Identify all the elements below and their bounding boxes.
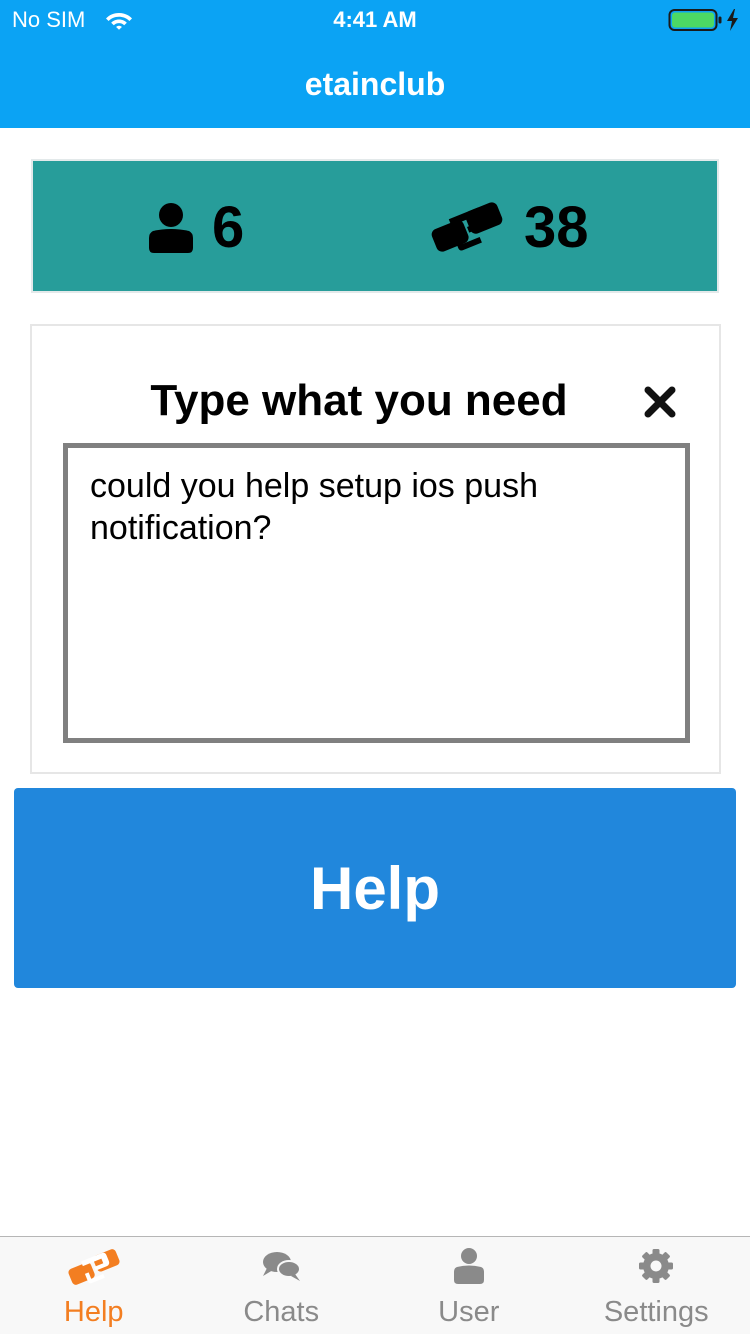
handshake-icon [66,1247,122,1287]
tab-bar: Help Chats User Settings [0,1236,750,1334]
users-count: 6 [212,193,244,263]
request-title: Type what you need [32,374,686,428]
app-title: etainclub [0,64,750,104]
tab-help[interactable]: Help [0,1237,188,1335]
tab-chats[interactable]: Chats [188,1237,376,1335]
user-icon [441,1247,497,1287]
tab-label-settings: Settings [563,1295,750,1329]
tab-label-user: User [375,1295,563,1329]
handshake-icon [427,197,507,257]
stats-card: 6 38 [31,159,719,293]
status-bar: No SIM 4:41 AM [0,0,750,40]
tab-label-chats: Chats [188,1295,376,1329]
gear-icon [628,1247,684,1287]
tab-user[interactable]: User [375,1237,563,1335]
request-card: Type what you need could you help setup … [30,324,721,774]
chat-bubbles-icon [253,1247,309,1287]
tab-label-help: Help [0,1295,188,1329]
request-input[interactable]: could you help setup ios push notificati… [63,443,690,743]
help-button[interactable]: Help [14,788,736,988]
app-header: No SIM 4:41 AM etainclub [0,0,750,128]
tab-settings[interactable]: Settings [563,1237,750,1335]
user-icon [149,202,193,254]
helps-count: 38 [524,193,589,263]
close-icon[interactable] [642,384,678,420]
clock-label: 4:41 AM [0,6,750,34]
battery-icon [668,7,742,33]
